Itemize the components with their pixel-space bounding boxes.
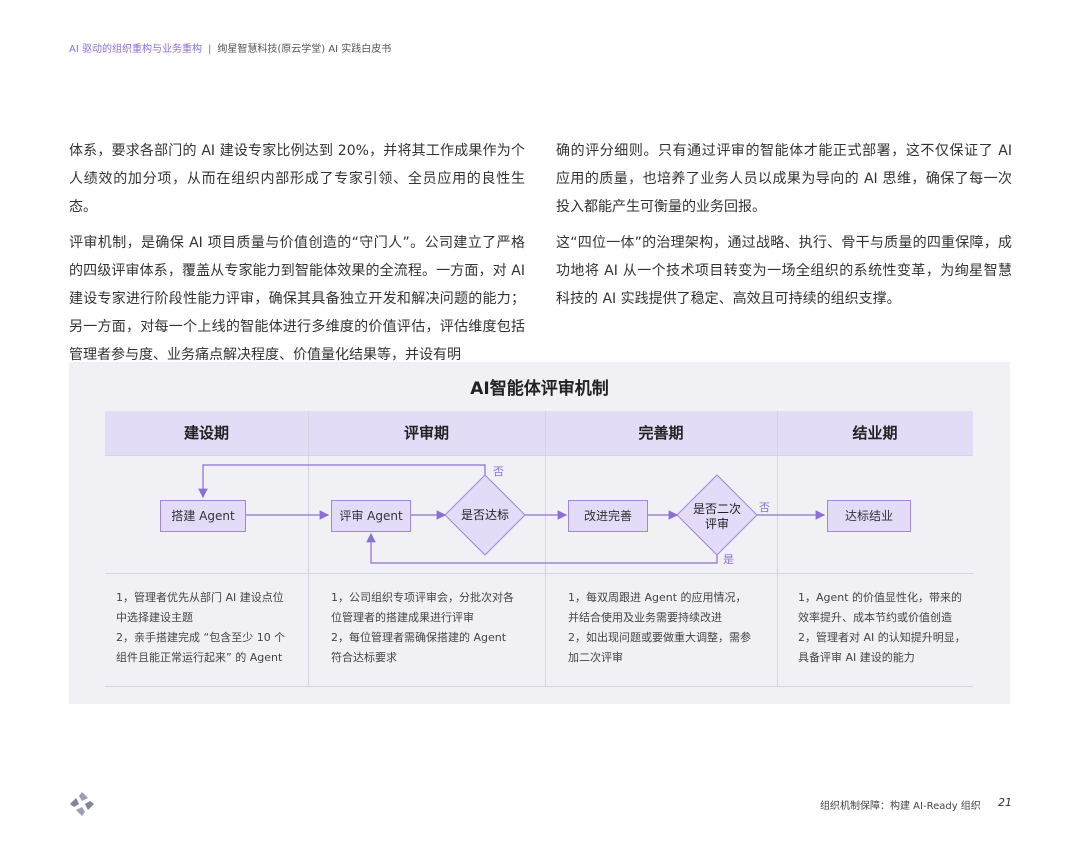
graduate-phase-description: 1，Agent 的价值显性化，带来的 效率提升、成本节约或价值创造 2，管理者对… [798,588,973,668]
body-right-column: 确的评分细则。只有通过评审的智能体才能正式部署，这不仅保证了 AI 应用的质量，… [556,137,1012,321]
review-phase-description: 1，公司组织专项评审会，分批次对各 位管理者的搭建成果进行评审 2，每位管理者需… [331,588,541,668]
second-review-label: 是否二次 评审 [687,502,747,532]
desc-line: 1，Agent 的价值显性化，带来的 [798,591,963,604]
desc-line: 2，亲手搭建完成 “包含至少 10 个 [116,631,286,644]
page-number: 21 [998,796,1012,809]
desc-line: 具备评审 AI 建设的能力 [798,651,915,664]
no-label: 否 [759,501,770,514]
pass-check-label: 是否达标 [460,508,509,522]
second-review-label-line: 是否二次 [692,502,741,516]
desc-line: 加二次评审 [568,651,623,664]
build-agent-node: 搭建 Agent [160,500,246,532]
review-agent-node: 评审 Agent [331,500,411,532]
paragraph: 评审机制，是确保 AI 项目质量与价值创造的“守门人”。公司建立了严格的四级评审… [69,235,525,363]
graduate-node: 达标结业 [827,500,911,532]
header-section: AI 驱动的组织重构与业务重构 [69,44,202,55]
footer-section-title: 组织机制保障：构建 AI-Ready 组织 [820,801,981,812]
desc-line: 2，每位管理者需确保搭建的 Agent [331,631,507,644]
desc-line: 位管理者的搭建成果进行评审 [331,611,474,624]
header-separator: | [207,44,212,55]
desc-line: 效率提升、成本节约或价值创造 [798,611,952,624]
desc-line: 1，管理者优先从部门 AI 建设点位 [116,591,284,604]
desc-line: 并结合使用及业务需要持续改进 [568,611,722,624]
paragraph: 确的评分细则。只有通过评审的智能体才能正式部署，这不仅保证了 AI 应用的质量，… [556,143,1012,215]
paragraph: 这“四位一体”的治理架构，通过战略、执行、骨干与质量的四重保障，成功地将 AI … [556,235,1012,307]
desc-line: 符合达标要求 [331,651,397,664]
build-phase-description: 1，管理者优先从部门 AI 建设点位 中选择建设主题 2，亲手搭建完成 “包含至… [116,588,304,668]
yes-label: 是 [723,553,734,566]
body-left-column: 体系，要求各部门的 AI 建设专家比例达到 20%，并将其工作成果作为个人绩效的… [69,137,525,377]
desc-line: 1，公司组织专项评审会，分批次对各 [331,591,514,604]
improve-node: 改进完善 [568,500,648,532]
running-header: AI 驱动的组织重构与业务重构 | 绚星智慧科技(原云学堂) AI 实践白皮书 [69,40,391,55]
no-label: 否 [493,465,504,478]
brand-logo-icon [70,792,94,816]
review-mechanism-diagram: AI智能体评审机制 建设期 评审期 完善期 结业期 搭建 Agent 评审 Ag… [69,362,1010,704]
desc-line: 2，如出现问题或要做重大调整，需参 [568,631,751,644]
desc-line: 组件且能正常运行起来” 的 Agent [116,651,283,664]
improve-phase-description: 1，每双周跟进 Agent 的应用情况， 并结合使用及业务需要持续改进 2，如出… [568,588,773,668]
desc-line: 中选择建设主题 [116,611,193,624]
second-review-label-line: 评审 [704,517,729,531]
header-title: 绚星智慧科技(原云学堂) AI 实践白皮书 [217,44,392,55]
paragraph: 体系，要求各部门的 AI 建设专家比例达到 20%，并将其工作成果作为个人绩效的… [69,143,525,215]
desc-line: 1，每双周跟进 Agent 的应用情况， [568,591,747,604]
desc-line: 2，管理者对 AI 的认知提升明显， [798,631,966,644]
